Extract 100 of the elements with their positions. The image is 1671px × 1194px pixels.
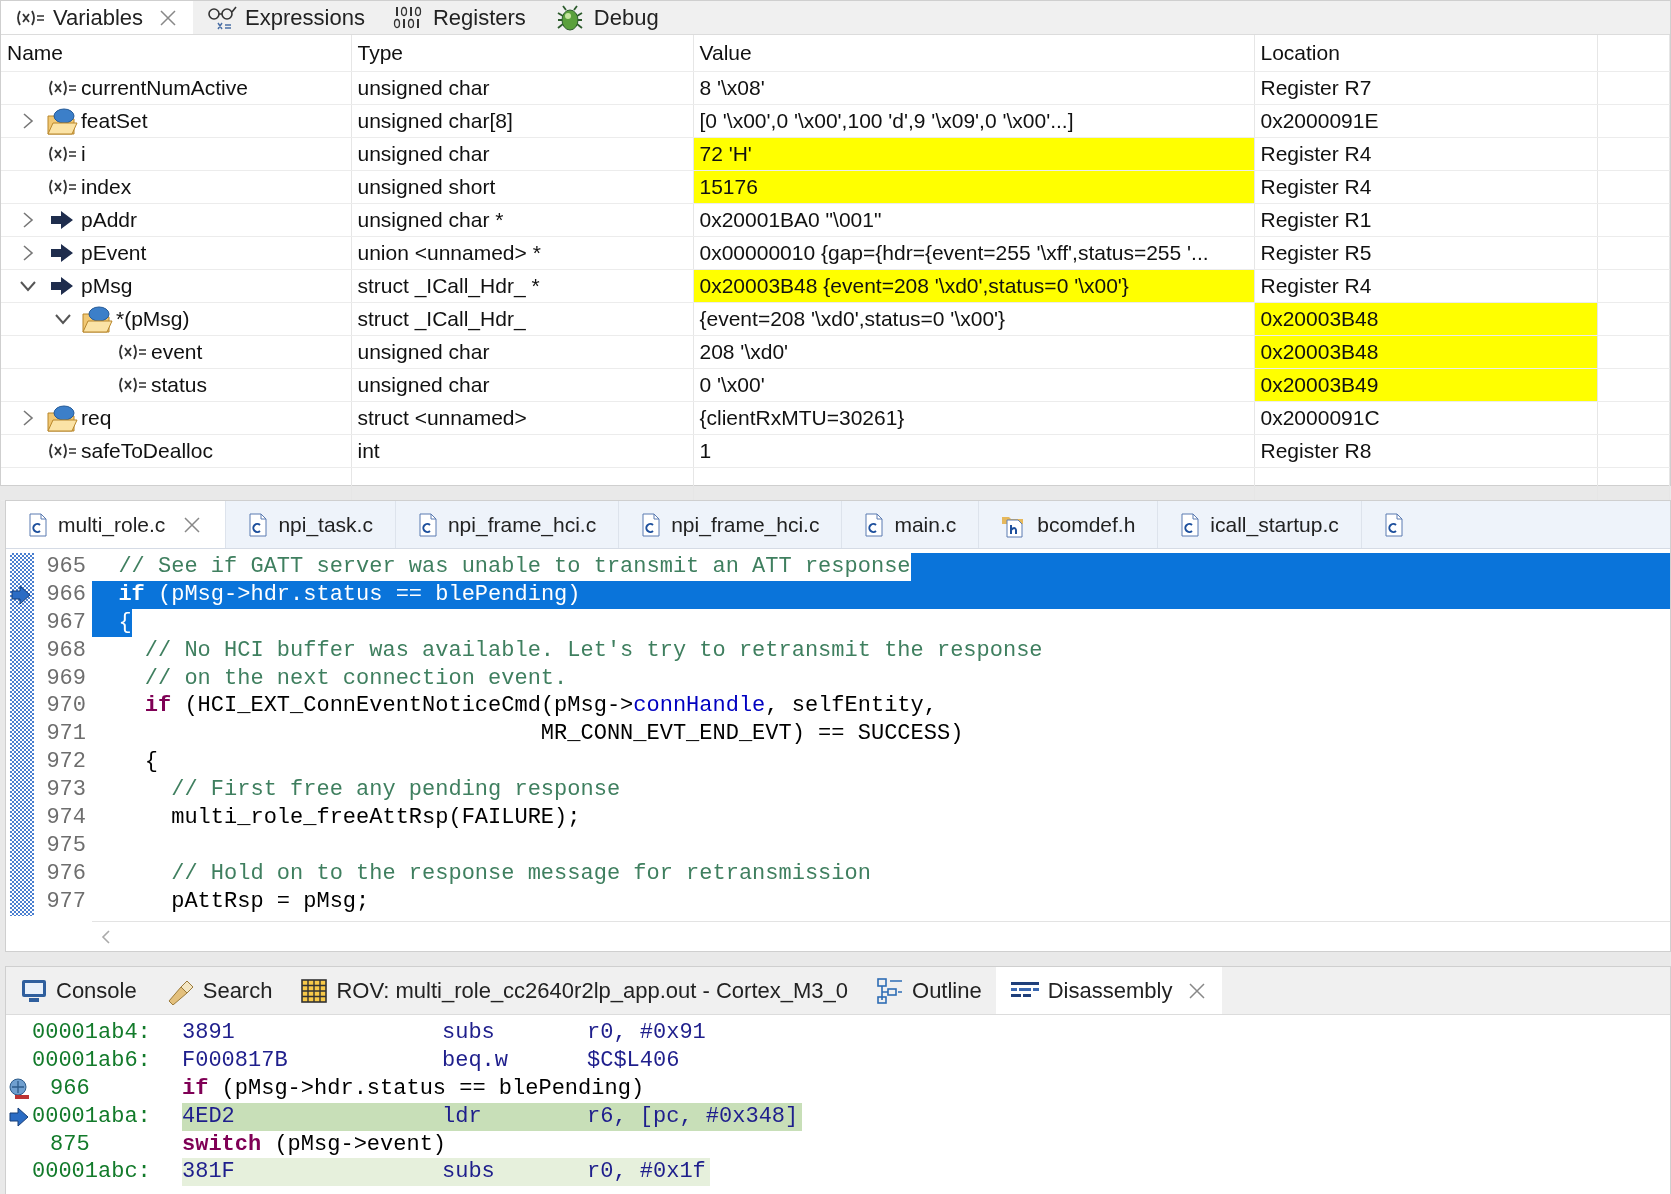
location-cell: 0x2000091C <box>1254 401 1597 434</box>
variable-name: safeToDealloc <box>81 437 213 464</box>
column-header[interactable]: Location <box>1254 35 1597 71</box>
chevron-right-icon[interactable] <box>22 111 34 130</box>
instruction: 4ED2 ldr r6, [pc, #0x348] <box>182 1102 803 1131</box>
code-line: pAttRsp = pMsg; <box>170 887 370 916</box>
variable-row[interactable]: index unsigned short 15176 Register R4 <box>1 170 1670 203</box>
instruction: F000817B beq.w $C$L406 <box>182 1046 681 1075</box>
tab[interactable]: npi_frame_hci.c <box>395 501 620 548</box>
tab[interactable]: main.c <box>842 501 980 548</box>
tab[interactable]: Search <box>150 967 287 1014</box>
tab[interactable]: icall_startup.c <box>1158 501 1362 548</box>
variable-name: index <box>81 173 132 200</box>
line-number: 969 <box>45 664 87 693</box>
c-file-icon <box>864 512 885 537</box>
tab[interactable]: ROV: multi_role_cc2640r2lp_app.out - Cortex_M3_0 <box>286 967 862 1014</box>
folder-icon <box>46 402 78 433</box>
source-line: switch (pMsg->event) <box>182 1130 447 1159</box>
tab[interactable]: Variables <box>1 1 194 34</box>
column-header[interactable]: Value <box>693 35 1254 71</box>
line-number: 974 <box>45 804 87 832</box>
variable-name: pAddr <box>81 206 138 233</box>
value-cell: 1 <box>693 434 1254 467</box>
column-header[interactable]: Type <box>351 35 693 71</box>
variable-row[interactable]: currentNumActive unsigned char 8 '\x08' Register R7 <box>1 71 1670 104</box>
value-cell: {clientRxMTU=30261} <box>693 401 1254 434</box>
tab[interactable]: Debug <box>539 1 673 34</box>
code-line: MR_CONN_EVT_END_EVT) == SUCCESS) <box>539 720 964 749</box>
variable-row[interactable]: status unsigned char 0 '\x00' 0x20003B49 <box>1 368 1670 401</box>
code-line: // No HCI buffer was available. Let's try to retransmit the response <box>143 636 1043 665</box>
line-number: 975 <box>45 831 87 860</box>
tab[interactable]: npi_frame_hci.c <box>619 501 843 548</box>
scroll-left-icon[interactable] <box>100 928 112 945</box>
line-number: 976 <box>45 859 87 888</box>
variable-row[interactable]: event unsigned char 208 '\xd0' 0x20003B48 <box>1 335 1670 368</box>
chevron-right-icon[interactable] <box>22 408 34 427</box>
tab[interactable]: Outline <box>862 967 996 1014</box>
location-cell: Register R4 <box>1254 170 1597 203</box>
value-cell: [0 '\x00',0 '\x00',100 'd',9 '\x09',0 '\x00'...] <box>693 104 1254 137</box>
chevron-right-icon[interactable] <box>22 243 34 262</box>
type-cell: unsigned char <box>351 335 693 368</box>
monitor-icon <box>20 977 48 1004</box>
variable-name: featSet <box>81 107 148 134</box>
value-cell: 72 'H' <box>693 137 1254 170</box>
chevron-down-icon[interactable] <box>54 312 72 325</box>
location-cell: 0x20003B48 <box>1254 302 1597 335</box>
instruction: 3891 subs r0, #0x91 <box>182 1019 707 1047</box>
variable-name: currentNumActive <box>81 74 248 101</box>
type-cell: struct <unnamed> <box>351 401 693 434</box>
tab[interactable]: bcomdef.h <box>979 501 1159 548</box>
variable-name: event <box>151 338 203 365</box>
chevron-down-icon[interactable] <box>19 279 37 292</box>
value-cell: 0x20003B48 {event=208 '\xd0',status=0 '\x00'} <box>693 269 1254 302</box>
code-line: if (pMsg->hdr.status == blePending) <box>117 580 581 609</box>
value-cell: 0x20001BA0 "\001" <box>693 203 1254 236</box>
c-file-icon <box>641 512 662 537</box>
arrow-icon <box>49 241 75 264</box>
column-header[interactable]: Name <box>1 35 351 71</box>
variable-row[interactable]: i unsigned char 72 'H' Register R4 <box>1 137 1670 170</box>
code-line: // on the next connection event. <box>143 664 568 693</box>
tab[interactable]: Console <box>6 967 151 1014</box>
location-cell: Register R1 <box>1254 203 1597 236</box>
line-number: 967 <box>45 608 87 637</box>
line-number: 965 <box>45 553 87 581</box>
instruction: 381F subs r0, #0x1f <box>182 1158 710 1187</box>
value-cell: 0 '\x00' <box>693 368 1254 401</box>
tab[interactable]: npi_task.c <box>226 501 396 548</box>
code-line: // Hold on to the response message for retransmission <box>170 859 871 888</box>
chevron-right-icon[interactable] <box>22 210 34 229</box>
location-cell: Register R7 <box>1254 71 1597 104</box>
tab[interactable]: Registers <box>378 1 540 34</box>
value-cell: 0x00000010 {gap={hdr={event=255 '\xff',status=255 '... <box>693 236 1254 269</box>
line-number: 966 <box>45 580 87 609</box>
address: 00001aba: <box>32 1102 152 1131</box>
variable-row[interactable]: pEvent union <unnamed> * 0x00000010 {gap={hdr={event=255 '\xff',status=255 '... Register R5 <box>1 236 1670 269</box>
variable-row[interactable]: req struct <unnamed> {clientRxMTU=30261} 0x2000091C <box>1 401 1670 434</box>
tab[interactable]: Disassembly <box>995 967 1223 1014</box>
folder-icon <box>46 105 78 136</box>
tab[interactable]: multi_role.c <box>6 501 227 548</box>
code-line: multi_role_freeAttRsp(FAILURE); <box>170 804 581 832</box>
location-cell: 0x20003B49 <box>1254 368 1597 401</box>
type-cell: int <box>351 434 693 467</box>
arrow-icon <box>49 208 75 231</box>
location-cell: Register R8 <box>1254 434 1597 467</box>
variable-row[interactable]: safeToDealloc int 1 Register R8 <box>1 434 1670 467</box>
code-line: { <box>143 748 158 777</box>
tab[interactable]: Expressions <box>193 1 379 34</box>
variable-row[interactable]: *(pMsg) struct _ICall_Hdr_ {event=208 '\xd0',status=0 '\x00'} 0x20003B48 <box>1 302 1670 335</box>
address: 00001ab4: <box>32 1019 152 1047</box>
c-file-icon <box>248 512 269 537</box>
c-file-icon <box>417 512 438 537</box>
type-cell: unsigned char <box>351 368 693 401</box>
c-file-icon <box>28 512 48 537</box>
type-cell: struct _ICall_Hdr_ <box>351 302 693 335</box>
variable-row[interactable]: pAddr unsigned char * 0x20001BA0 "\001" Register R1 <box>1 203 1670 236</box>
line-number: 966 <box>49 1074 91 1103</box>
line-number: 972 <box>45 748 87 777</box>
variable-row[interactable]: pMsg struct _ICall_Hdr_ * 0x20003B48 {event=208 '\xd0',status=0 '\x00'} Register R4 <box>1 269 1670 302</box>
variable-row[interactable]: featSet unsigned char[8] [0 '\x00',0 '\x00',100 'd',9 '\x09',0 '\x00'...] 0x2000091E <box>1 104 1670 137</box>
outline-icon <box>876 976 904 1005</box>
